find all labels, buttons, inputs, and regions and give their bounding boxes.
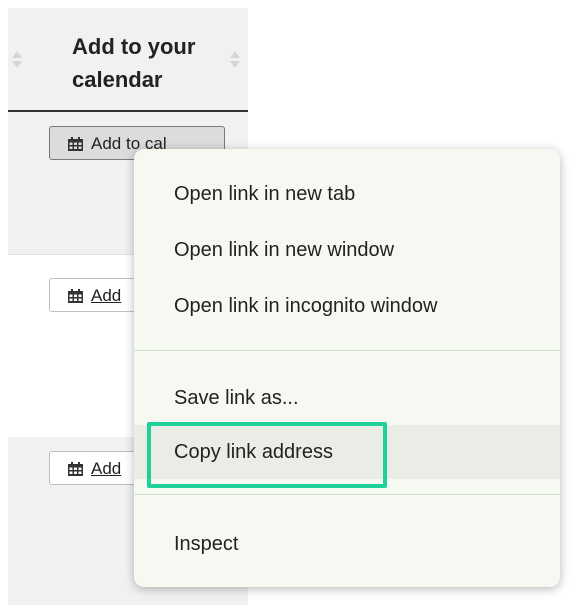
sort-icon-left[interactable]	[12, 49, 22, 71]
menu-item-inspect[interactable]: Inspect	[134, 517, 560, 571]
menu-separator	[134, 494, 560, 495]
menu-item-open-incognito[interactable]: Open link in incognito window	[134, 279, 560, 333]
focus-highlight	[147, 422, 387, 488]
calendar-icon	[68, 289, 83, 303]
add-button-label: Add	[91, 286, 122, 305]
add-button-label: Add	[91, 459, 122, 478]
menu-item-open-new-window[interactable]: Open link in new window	[134, 223, 560, 277]
sort-icon[interactable]	[230, 49, 240, 71]
calendar-icon	[68, 137, 83, 151]
header-title: Add to your calendar	[72, 34, 196, 92]
menu-separator	[134, 350, 560, 351]
calendar-icon	[68, 462, 83, 476]
table-header-add-to-calendar[interactable]: Add to your calendar	[8, 8, 248, 112]
context-menu: Open link in new tab Open link in new wi…	[134, 149, 560, 587]
menu-item-open-new-tab[interactable]: Open link in new tab	[134, 167, 560, 221]
menu-item-save-link-as[interactable]: Save link as...	[134, 371, 560, 425]
